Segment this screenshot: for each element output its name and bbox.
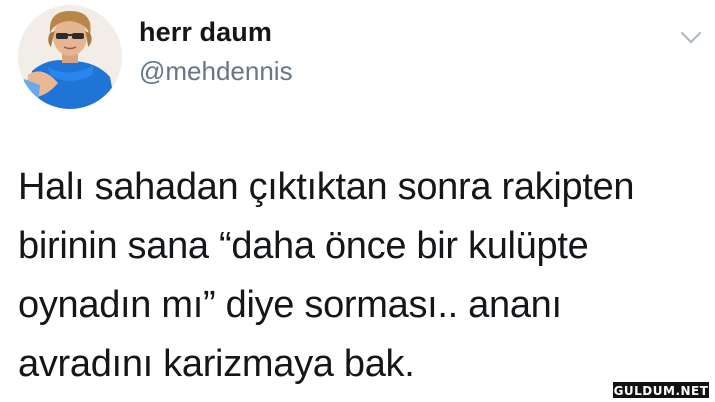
chevron-down-icon	[681, 32, 701, 43]
display-name[interactable]: herr daum	[139, 17, 272, 48]
avatar[interactable]	[18, 5, 122, 109]
username-handle[interactable]: @mehdennis	[139, 56, 293, 87]
tweet-text-line: avradını karizmaya bak.	[18, 343, 415, 385]
tweet-text: Halı sahadan çıktıktan sonra rakipten bi…	[18, 158, 708, 394]
tweet-text-line: Halı sahadan çıktıktan sonra rakipten	[18, 166, 635, 208]
site-watermark: GULDUM.NET	[612, 381, 710, 399]
tweet-menu-button[interactable]	[676, 28, 706, 48]
tweet-text-line: birinin sana “daha önce bir kulüpte	[18, 225, 589, 267]
tweet-card: herr daum @mehdennis Halı sahadan çıktık…	[0, 0, 715, 402]
profile-photo-icon	[18, 5, 122, 109]
tweet-text-line: oynadın mı” diye sorması.. ananı	[18, 284, 562, 326]
